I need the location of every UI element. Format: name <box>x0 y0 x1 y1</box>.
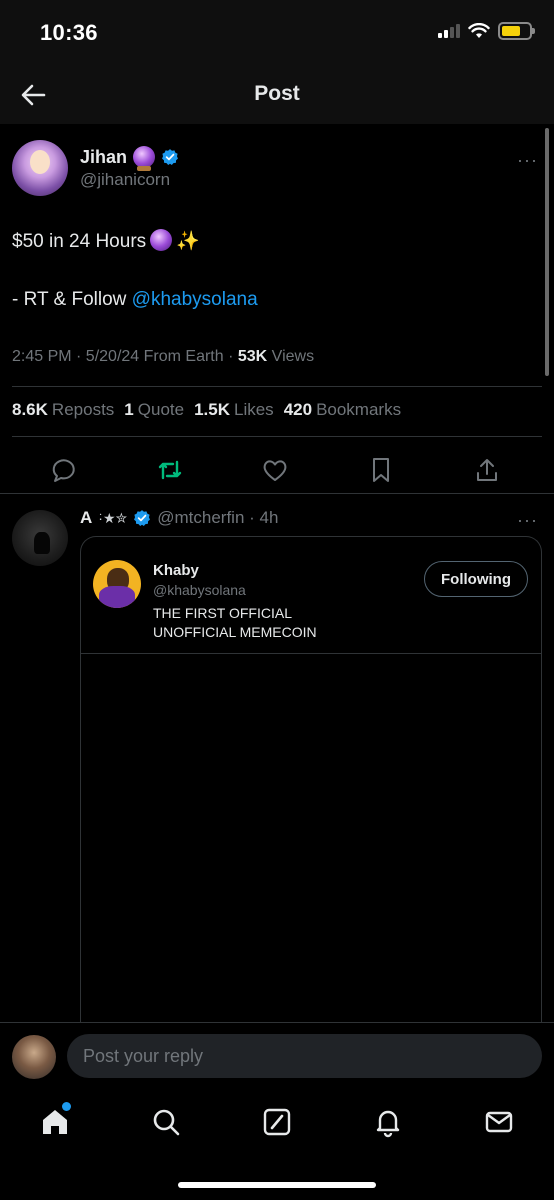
avatar[interactable] <box>12 1035 56 1079</box>
verified-badge-icon <box>162 149 178 165</box>
verified-badge-icon <box>134 510 151 526</box>
bottom-nav <box>0 1090 554 1200</box>
search-icon[interactable] <box>150 1106 182 1138</box>
avatar[interactable] <box>12 510 68 566</box>
following-button[interactable]: Following <box>424 561 528 597</box>
messages-icon[interactable] <box>483 1106 515 1138</box>
reply-name-decoration: ͘·★✮ <box>98 509 128 526</box>
post-text-headline: $50 in 24 Hours <box>12 231 147 252</box>
bookmark-icon[interactable] <box>367 456 395 484</box>
scrollbar[interactable] <box>545 128 549 376</box>
divider <box>12 386 542 387</box>
reply-icon[interactable] <box>51 456 79 484</box>
author-name[interactable]: Jihan <box>80 147 127 168</box>
avatar[interactable] <box>93 560 141 608</box>
views-count: 53K <box>237 348 268 365</box>
notification-dot <box>62 1102 71 1111</box>
post-meta: 2:45 PM · 5/20/24 From Earth · 53K Views <box>12 348 314 366</box>
views-label: Views <box>267 348 315 365</box>
top-bar: Post <box>0 64 554 124</box>
divider <box>12 436 542 437</box>
reply-header: A ͘·★✮ @mtcherfin · 4h <box>80 508 278 528</box>
home-indicator[interactable] <box>178 1182 376 1188</box>
repost-icon[interactable] <box>156 456 184 484</box>
quotes-stat[interactable]: 1 Quote <box>124 400 184 420</box>
profile-bio: THE FIRST OFFICIAL UNOFFICIAL MEMECOIN <box>153 605 317 640</box>
post-text-cta: - RT & Follow <box>12 289 132 310</box>
bookmarks-stat[interactable]: 420 Bookmarks <box>284 400 401 420</box>
divider <box>0 493 554 494</box>
embedded-profile-card[interactable]: Khaby @khabysolana THE FIRST OFFICIAL UN… <box>80 536 542 1036</box>
crystal-ball-icon <box>150 229 173 251</box>
avatar[interactable] <box>12 140 68 196</box>
reposts-stat[interactable]: 8.6K Reposts <box>12 400 114 420</box>
reply-handle-time[interactable]: @mtcherfin · 4h <box>157 508 278 528</box>
reply-composer <box>0 1022 554 1090</box>
post-text-line-2: - RT & Follow @khabysolana <box>12 286 532 314</box>
status-bar: 10:36 <box>0 0 554 64</box>
mention-link[interactable]: @khabysolana <box>132 289 258 310</box>
share-icon[interactable] <box>473 456 501 484</box>
author-row[interactable]: Jihan <box>80 146 179 171</box>
battery-icon <box>498 22 535 40</box>
status-time: 10:36 <box>40 20 98 45</box>
crystal-ball-icon <box>133 146 156 171</box>
author-handle[interactable]: @jihanicorn <box>80 170 170 190</box>
reply-author-name[interactable]: A <box>80 508 92 528</box>
post-timestamp[interactable]: 2:45 PM · 5/20/24 From Earth · <box>12 348 238 365</box>
post-text: $50 in 24 Hours ✨ - RT & Follow @khabysol… <box>12 228 532 314</box>
notifications-icon[interactable] <box>372 1106 404 1138</box>
heart-icon[interactable] <box>261 456 289 484</box>
profile-card-header: Khaby @khabysolana THE FIRST OFFICIAL UN… <box>81 537 541 654</box>
more-options-icon[interactable]: ··· <box>517 510 538 531</box>
reply-input[interactable] <box>67 1034 542 1078</box>
likes-stat[interactable]: 1.5K Likes <box>194 400 274 420</box>
profile-name[interactable]: Khaby <box>153 562 199 579</box>
post-text-line-1: $50 in 24 Hours ✨ <box>12 228 532 256</box>
more-options-icon[interactable]: ··· <box>517 150 538 171</box>
sparkles-icon: ✨ <box>176 231 200 252</box>
engagement-stats: 8.6K Reposts 1 Quote 1.5K Likes 420 Bookmark… <box>12 400 401 420</box>
page-title: Post <box>254 82 300 105</box>
action-bar <box>0 448 554 494</box>
wifi-icon <box>468 23 490 38</box>
profile-handle[interactable]: @khabysolana <box>153 582 246 598</box>
status-icons <box>438 22 535 40</box>
cellular-signal-icon <box>438 24 460 38</box>
grok-icon[interactable] <box>261 1106 293 1138</box>
